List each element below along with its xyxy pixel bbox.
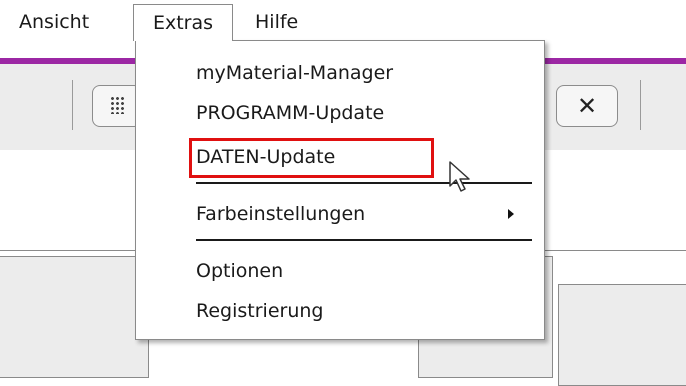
grid-icon [110,96,126,114]
close-button[interactable]: ✕ [556,85,618,127]
menu-item-programm-update[interactable]: PROGRAMM-Update [196,97,384,129]
menu-item-mymaterial-manager[interactable]: myMaterial-Manager [196,57,393,89]
toolbar-separator [640,80,641,130]
menu-separator [196,239,532,241]
highlight-frame [189,138,434,178]
menu-hilfe[interactable]: Hilfe [247,6,306,38]
chevron-right-icon [508,209,514,219]
extras-dropdown-menu: myMaterial-Manager PROGRAMM-Update DATEN… [135,40,545,340]
menu-separator [196,182,532,184]
right-panel [558,284,686,386]
toolbar-separator [72,80,73,130]
menu-extras[interactable]: Extras [133,4,233,41]
mouse-cursor-icon [449,161,470,192]
close-icon: ✕ [576,92,598,120]
left-panel [0,256,149,378]
menu-bar: Ansicht Extras Hilfe [0,0,686,42]
menu-item-registrierung[interactable]: Registrierung [196,295,323,327]
menu-item-optionen[interactable]: Optionen [196,255,283,287]
menu-item-farbeinstellungen[interactable]: Farbeinstellungen [196,198,365,230]
menu-ansicht[interactable]: Ansicht [11,6,97,38]
